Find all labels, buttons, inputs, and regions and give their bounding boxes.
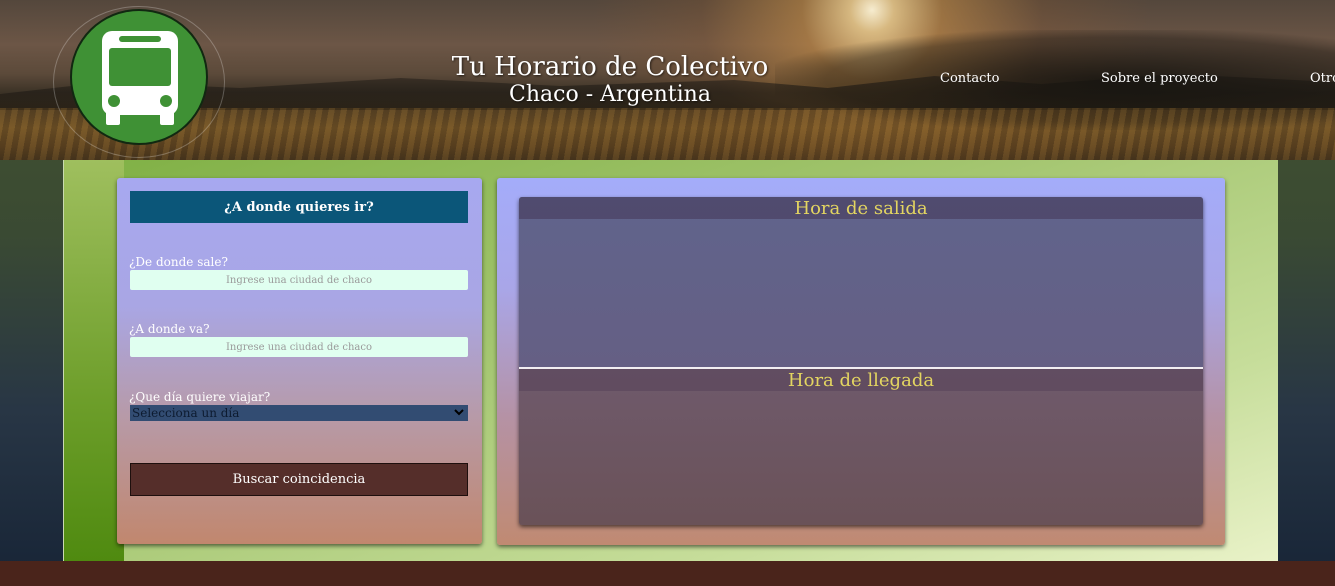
nav-link-otro[interactable]: Otro (1310, 71, 1335, 86)
origin-label: ¿De donde sale? (129, 255, 228, 269)
day-select-value: Selecciona un día (132, 406, 240, 420)
day-select[interactable]: Selecciona un día (130, 405, 468, 421)
nav-link-contacto[interactable]: Contacto (940, 71, 999, 86)
search-panel: ¿A donde quieres ir? ¿De donde sale? ¿A … (117, 178, 482, 544)
chevron-down-icon (454, 409, 464, 416)
site-title: Tu Horario de Colectivo (451, 52, 769, 82)
origin-input[interactable] (130, 270, 468, 290)
results-card: Hora de salida Hora de llegada (519, 197, 1203, 525)
site-logo[interactable] (70, 9, 208, 145)
site-subtitle: Chaco - Argentina (509, 82, 711, 107)
search-button[interactable]: Buscar coincidencia (130, 463, 468, 496)
day-label: ¿Que día quiere viajar? (129, 390, 271, 404)
arrival-area (519, 368, 1203, 525)
departure-title: Hora de salida (519, 197, 1203, 219)
results-panel: Hora de salida Hora de llegada (497, 178, 1225, 545)
brand-heading: Tu Horario de Colectivo Chaco - Argentin… (440, 52, 780, 108)
destination-input[interactable] (130, 337, 468, 357)
search-panel-header: ¿A donde quieres ir? (130, 191, 468, 223)
site-footer (0, 561, 1335, 586)
arrival-title: Hora de llegada (519, 369, 1203, 391)
destination-label: ¿A donde va? (129, 322, 210, 336)
site-header: Tu Horario de Colectivo Chaco - Argentin… (0, 0, 1335, 160)
departure-area (519, 197, 1203, 367)
nav-link-sobre-el-proyecto[interactable]: Sobre el proyecto (1101, 71, 1218, 86)
bus-icon (102, 31, 178, 125)
